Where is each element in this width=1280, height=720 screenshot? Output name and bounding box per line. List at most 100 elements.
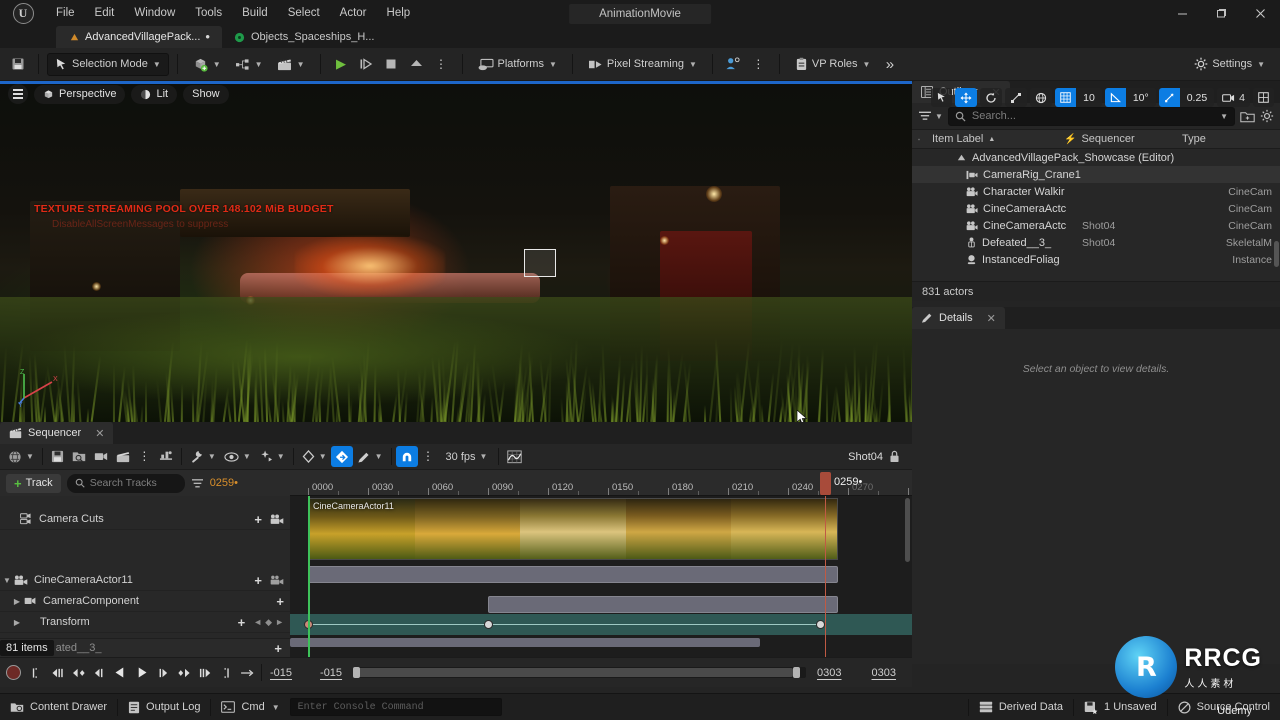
outliner-filter-button[interactable]: ▼ <box>918 110 943 122</box>
track-row-cameracomponent[interactable]: ▶ CameraComponent + <box>0 591 290 612</box>
outliner-row-instanced-foliage[interactable]: InstancedFoliag Instance <box>912 251 1280 268</box>
camera-actor-section-bar[interactable] <box>308 566 838 583</box>
minimize-button[interactable] <box>1163 0 1202 26</box>
scale-snap-value[interactable]: 0.25 <box>1180 88 1214 107</box>
tab-advanced-village-pack[interactable]: AdvancedVillagePack... • <box>56 26 222 48</box>
toolbar-overflow-button[interactable]: » <box>877 53 902 76</box>
jump-to-end-button[interactable] <box>215 661 236 685</box>
range-end-field[interactable]: 0303 <box>813 667 845 679</box>
outliner-scrollbar[interactable] <box>1274 241 1279 267</box>
framerate-button[interactable]: 30 fps ▼ <box>439 446 495 467</box>
menu-select[interactable]: Select <box>278 2 330 24</box>
track-search-input[interactable]: Search Tracks <box>67 474 185 493</box>
expander-collapsed-icon[interactable]: ▶ <box>10 618 24 627</box>
playhead-handle[interactable]: 0259• <box>820 472 831 496</box>
outliner-row-defeated[interactable]: Defeated__3_ Shot04 SkeletalM <box>912 234 1280 251</box>
outliner-tree[interactable]: AdvancedVillagePack_Showcase (Editor) Ca… <box>912 149 1280 281</box>
translate-tool-button[interactable] <box>955 88 977 107</box>
next-key-icon[interactable]: ► <box>275 617 284 627</box>
menu-tools[interactable]: Tools <box>185 2 232 24</box>
save-button[interactable] <box>5 53 30 76</box>
range-handle-right[interactable] <box>793 667 800 678</box>
camera-speed-control[interactable]: 4 <box>1217 88 1250 107</box>
menu-window[interactable]: Window <box>124 2 185 24</box>
outliner-row-camerarig[interactable]: CameraRig_Crane1 <box>912 166 1280 183</box>
visibility-options-button[interactable]: ▼ <box>220 446 255 467</box>
sequencer-column-header[interactable]: ⚡ Sequencer <box>1058 133 1176 145</box>
range-handle-left[interactable] <box>353 667 360 678</box>
close-icon[interactable]: ✕ <box>987 312 996 325</box>
angle-snap-control[interactable]: 10° <box>1105 88 1156 107</box>
world-button[interactable]: ▼ <box>4 446 38 467</box>
menu-file[interactable]: File <box>46 2 85 24</box>
auto-key-button[interactable]: ▼ <box>255 446 289 467</box>
blueprints-button[interactable]: ▼ <box>228 53 270 76</box>
track-filter-button[interactable] <box>191 478 204 489</box>
track-row-cinecameraactor11[interactable]: ▼ CineCameraActor11 + <box>0 570 290 591</box>
prev-key-icon[interactable]: ◄ <box>253 617 262 627</box>
maximize-button[interactable] <box>1202 0 1241 26</box>
outliner-row-level[interactable]: AdvancedVillagePack_Showcase (Editor) <box>912 149 1280 166</box>
keyframe-mode-button[interactable] <box>331 446 353 467</box>
console-command-input[interactable]: Enter Console Command <box>290 698 502 716</box>
pixel-streaming-button[interactable]: Pixel Streaming ▼ <box>581 53 704 76</box>
sequencer-options-button[interactable]: ⋮ <box>134 446 155 467</box>
outliner-settings-button[interactable] <box>1260 109 1274 123</box>
viewport-perspective-button[interactable]: Perspective <box>34 85 125 104</box>
angle-snap-value[interactable]: 10° <box>1126 88 1156 107</box>
rotate-tool-button[interactable] <box>980 88 1002 107</box>
add-track-button[interactable]: + Track <box>6 474 61 493</box>
cmd-button[interactable]: Cmd ▼ <box>211 694 289 720</box>
viewport-lit-button[interactable]: Lit <box>131 85 177 104</box>
world-local-toggle-button[interactable] <box>1030 88 1052 107</box>
create-camera-button[interactable] <box>90 446 112 467</box>
next-key-button[interactable] <box>173 661 194 685</box>
lock-icon[interactable] <box>889 450 900 463</box>
edit-tool-button[interactable]: ▼ <box>353 446 387 467</box>
camera-cut-section[interactable]: CineCameraActor11 <box>308 498 838 560</box>
menu-actor[interactable]: Actor <box>330 2 377 24</box>
content-drawer-button[interactable]: Content Drawer <box>0 694 117 720</box>
derived-data-button[interactable]: Derived Data <box>969 694 1073 720</box>
level-viewport[interactable]: TEXTURE STREAMING POOL OVER 148.102 MiB … <box>0 81 912 422</box>
chevron-down-icon[interactable]: ▼ <box>1220 112 1228 121</box>
add-to-track-button[interactable]: + <box>276 594 284 609</box>
render-movie-button[interactable] <box>112 446 134 467</box>
current-frame-indicator[interactable]: 0259• <box>210 477 238 489</box>
tab-sequencer[interactable]: Sequencer ✕ <box>0 422 113 444</box>
settings-button[interactable]: Settings ▼ <box>1187 53 1272 76</box>
snap-toggle-button[interactable] <box>396 446 418 467</box>
curve-editor-button[interactable] <box>503 446 526 467</box>
play-button[interactable]: ▶ <box>329 53 354 76</box>
visibility-column-header[interactable] <box>912 135 926 144</box>
select-tool-button[interactable] <box>931 88 952 107</box>
viewport-show-button[interactable]: Show <box>183 85 229 104</box>
keyframe-2[interactable] <box>484 620 493 629</box>
snap-options-button[interactable]: ⋮ <box>418 446 439 467</box>
range-start-field[interactable]: -015 <box>266 667 296 679</box>
add-track-inline-button[interactable]: + <box>274 641 282 656</box>
selection-widget[interactable] <box>524 249 556 277</box>
view-start-field[interactable]: -015 <box>316 667 346 679</box>
timeline-ruler[interactable]: 0000 0030 0060 0090 0120 0150 0180 0210 … <box>290 470 912 496</box>
sequencer-timeline[interactable]: CineCameraActor11 <box>290 496 912 657</box>
timeline-range-slider[interactable] <box>353 667 806 678</box>
expander-expanded-icon[interactable]: ▼ <box>0 576 14 585</box>
add-actor-button[interactable]: ▼ <box>186 53 228 76</box>
outliner-row-character-walkir[interactable]: Character Walkir CineCam <box>912 183 1280 200</box>
expander-collapsed-icon[interactable]: ▶ <box>10 597 24 606</box>
loop-mode-button[interactable] <box>236 661 257 685</box>
scale-snap-control[interactable]: 0.25 <box>1159 88 1214 107</box>
platforms-button[interactable]: Platforms ▼ <box>471 53 564 76</box>
play-reverse-button[interactable] <box>110 661 131 685</box>
previous-key-button[interactable] <box>68 661 89 685</box>
vp-roles-button[interactable]: VP Roles ▼ <box>788 53 878 76</box>
actions-button[interactable] <box>155 446 177 467</box>
skip-button[interactable] <box>354 53 379 76</box>
playhead-line[interactable] <box>825 496 826 657</box>
menu-help[interactable]: Help <box>377 2 421 24</box>
track-row-camera-cuts[interactable]: Camera Cuts + <box>0 509 290 530</box>
selection-mode-button[interactable]: Selection Mode ▼ <box>47 53 169 76</box>
keyframe-3[interactable] <box>816 620 825 629</box>
key-interpolation-button[interactable]: ▼ <box>298 446 331 467</box>
